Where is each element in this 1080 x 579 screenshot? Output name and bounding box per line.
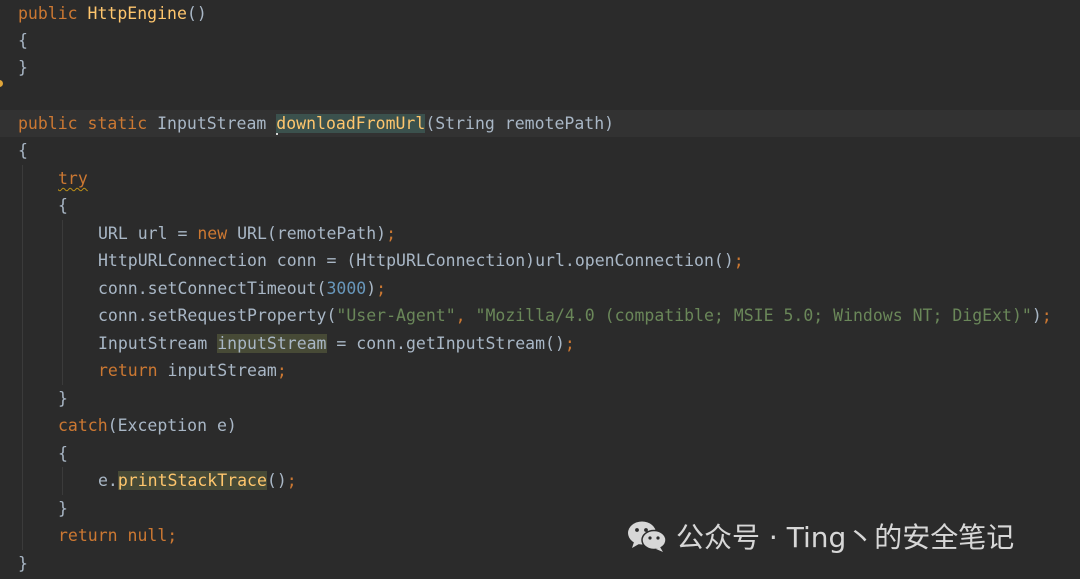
watermark: 公众号 · Ting丶的安全笔记 [626, 516, 1014, 556]
string-literal: "User-Agent" [336, 306, 456, 325]
code-line-8[interactable]: URL url = new URL(remotePath); [98, 220, 396, 247]
code-line-11[interactable]: conn.setRequestProperty("User-Agent", "M… [98, 302, 1052, 329]
code-line-18[interactable]: } [58, 495, 68, 522]
variable: inputStream [167, 361, 277, 380]
code-text: = conn.getInputStream() [326, 334, 565, 353]
brace: } [58, 389, 68, 408]
code-text: ) [1031, 306, 1042, 325]
code-line-10[interactable]: conn.setConnectTimeout(3000); [98, 275, 386, 302]
brace: } [58, 499, 68, 518]
gutter-marker[interactable] [0, 80, 3, 87]
code-line-17[interactable]: e.printStackTrace(); [98, 467, 297, 494]
keyword: new [197, 224, 238, 243]
number-literal: 3000 [326, 279, 367, 298]
brace: { [58, 196, 68, 215]
indent-guide [62, 467, 63, 495]
code-line-12[interactable]: InputStream inputStream = conn.getInputS… [98, 330, 575, 357]
keyword: catch [58, 416, 108, 435]
semicolon: ; [286, 471, 297, 490]
type-name: InputStream [98, 334, 218, 353]
semicolon: ; [376, 279, 387, 298]
variable-highlight: inputStream [217, 334, 327, 353]
wechat-icon [628, 521, 667, 552]
keyword: return [98, 361, 168, 380]
code-text: () [186, 4, 207, 23]
code-line-20[interactable]: } [18, 550, 28, 577]
brace: } [18, 58, 28, 77]
brace: { [18, 31, 28, 50]
code-line-5[interactable]: { [18, 137, 28, 164]
semicolon: ; [1041, 306, 1052, 325]
keyword: public [18, 4, 88, 23]
semicolon: ; [167, 526, 178, 545]
code-line-19[interactable]: return null; [58, 522, 177, 549]
code-text: ) [366, 279, 377, 298]
code-text: conn.setRequestProperty( [98, 306, 337, 325]
keyword: try [58, 169, 88, 188]
code-text: HttpURLConnection conn = (HttpURLConnect… [98, 251, 734, 270]
indent-guide [62, 220, 63, 385]
code-line-7[interactable]: { [58, 192, 68, 219]
method-name: HttpEngine [87, 4, 187, 23]
code-text: () [266, 471, 287, 490]
method-name: downloadFromUrl [276, 114, 426, 133]
code-text: URL url = [98, 224, 198, 243]
code-text: conn.setConnectTimeout( [98, 279, 327, 298]
code-text: e. [98, 471, 118, 490]
brace: { [18, 141, 28, 160]
code-line-2[interactable]: { [18, 27, 28, 54]
code-text: (Exception e) [107, 416, 237, 435]
semicolon: ; [733, 251, 744, 270]
method-name: printStackTrace [117, 471, 267, 490]
watermark-text: 公众号 · Ting丶的安全笔记 [676, 521, 1015, 554]
code-line-9[interactable]: HttpURLConnection conn = (HttpURLConnect… [98, 247, 744, 274]
semicolon: ; [564, 334, 575, 353]
keyword: public static [18, 114, 158, 133]
brace: } [18, 554, 28, 573]
type-name: InputStream [157, 114, 277, 133]
code-line-14[interactable]: } [58, 385, 68, 412]
keyword: return null [58, 526, 168, 545]
code-line-4[interactable]: public static InputStream downloadFromUr… [18, 110, 614, 137]
semicolon: ; [276, 361, 287, 380]
code-editor[interactable]: public HttpEngine() { } public static In… [0, 0, 1080, 579]
code-line-6[interactable]: try [58, 165, 88, 192]
brace: { [58, 444, 68, 463]
code-line-1[interactable]: public HttpEngine() [18, 0, 207, 27]
comma: , [455, 306, 476, 325]
semicolon: ; [386, 224, 397, 243]
code-text: URL(remotePath) [237, 224, 387, 243]
indent-guide [22, 165, 23, 550]
code-line-15[interactable]: catch(Exception e) [58, 412, 237, 439]
code-line-16[interactable]: { [58, 440, 68, 467]
code-line-3[interactable]: } [18, 54, 28, 81]
code-line-13[interactable]: return inputStream; [98, 357, 287, 384]
code-text: (String remotePath) [425, 114, 615, 133]
string-literal: "Mozilla/4.0 (compatible; MSIE 5.0; Wind… [475, 306, 1032, 325]
